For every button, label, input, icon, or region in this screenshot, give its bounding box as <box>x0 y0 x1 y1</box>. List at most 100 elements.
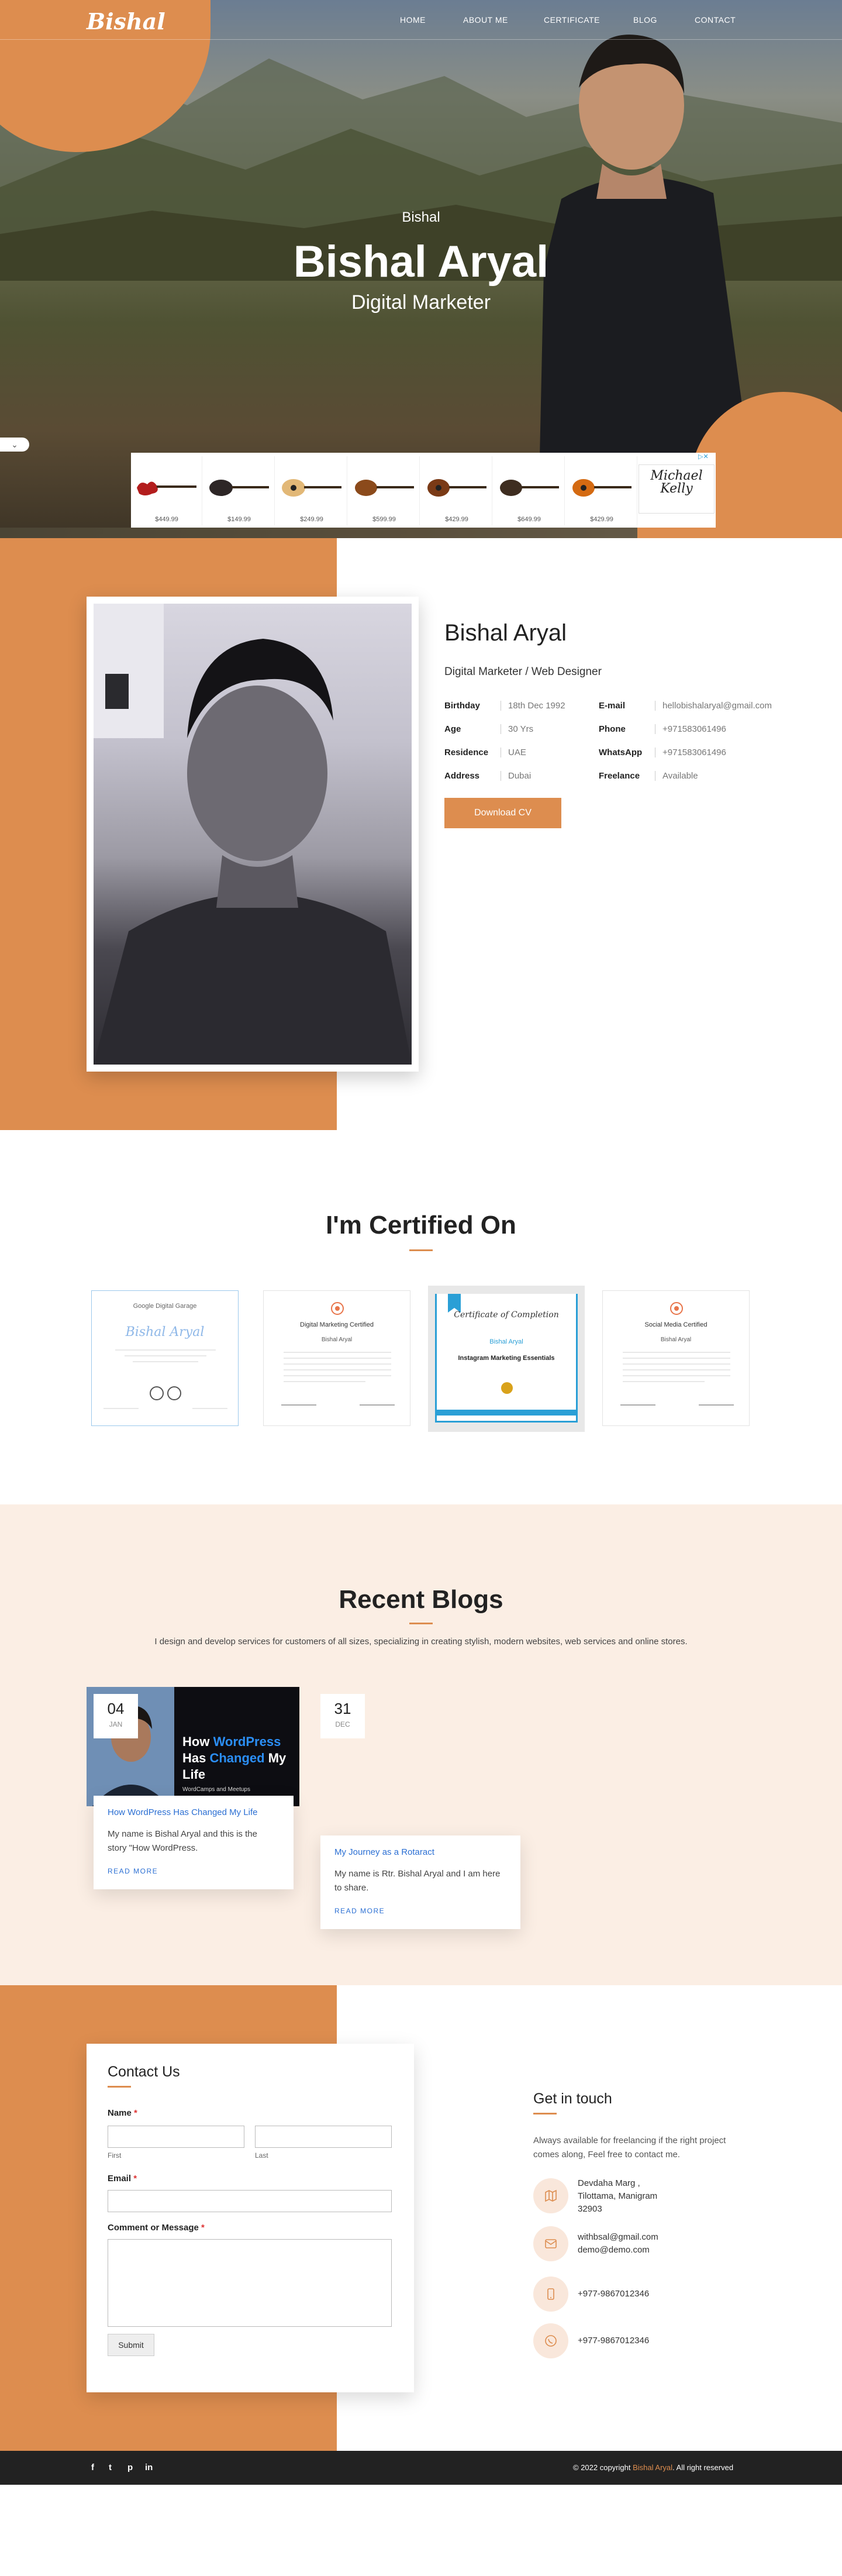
first-name-hint: First <box>108 2151 122 2160</box>
ad-price: $149.99 <box>227 516 251 523</box>
ad-price: $429.99 <box>590 516 613 523</box>
google-badge-icon <box>150 1386 181 1400</box>
blog-date-month: JAN <box>109 1720 123 1728</box>
address-line: 32903 <box>578 2204 602 2214</box>
guitar-icon <box>572 479 632 497</box>
comment-textarea[interactable] <box>108 2239 392 2327</box>
info-value: 18th Dec 1992 <box>501 701 565 711</box>
ad-price: $649.99 <box>517 516 541 523</box>
blog-date-badge: 04 JAN <box>94 1694 138 1738</box>
certificate-heading: Google Digital Garage <box>133 1303 197 1310</box>
info-value: 30 Yrs <box>501 724 533 734</box>
ad-product[interactable]: $429.99 <box>421 456 492 525</box>
blog-title-link[interactable]: How WordPress Has Changed My Life <box>108 1807 258 1817</box>
blogs-title: Recent Blogs <box>339 1585 503 1614</box>
certificate-text-line <box>623 1352 730 1353</box>
read-more-link[interactable]: READ MORE <box>108 1867 158 1875</box>
nav-contact[interactable]: CONTACT <box>695 15 736 25</box>
site-footer: f t p in © 2022 copyright Bishal Aryal. … <box>0 2451 842 2485</box>
info-value[interactable]: +971583061496 <box>655 748 726 757</box>
blog-date-day: 04 <box>107 1700 125 1717</box>
ad-brand-logo[interactable]: Michael Kelly <box>639 464 715 514</box>
blog-card[interactable]: My Journey as a Rotaract My name is Rtr.… <box>320 1835 520 1929</box>
hero-title: Bishal Aryal <box>293 237 549 287</box>
ad-product[interactable]: $149.99 <box>203 456 275 525</box>
twitter-icon[interactable]: t <box>109 2463 112 2472</box>
blog-date-badge: 31 DEC <box>320 1694 365 1738</box>
info-value[interactable]: hellobishalaryal@gmail.com <box>655 701 772 711</box>
guitar-icon <box>137 481 196 495</box>
map-icon <box>533 2178 568 2213</box>
ad-product[interactable]: $249.99 <box>276 456 347 525</box>
certificate-card[interactable]: Social Media Certified Bishal Aryal <box>602 1290 750 1426</box>
blog-excerpt: My name is Bishal Aryal and this is the … <box>108 1829 257 1853</box>
ad-product[interactable]: $429.99 <box>566 456 637 525</box>
info-key: Phone <box>599 724 626 734</box>
ad-price: $249.99 <box>300 516 323 523</box>
blog-title-link[interactable]: My Journey as a Rotaract <box>334 1847 434 1857</box>
email-link[interactable]: withbsal@gmail.com <box>578 2231 658 2244</box>
contact-emails: withbsal@gmail.com demo@demo.com <box>578 2231 658 2257</box>
certificate-logo-line <box>620 1404 655 1406</box>
facebook-icon[interactable]: f <box>91 2463 94 2472</box>
certificate-card[interactable]: Digital Marketing Certified Bishal Aryal <box>263 1290 410 1426</box>
certificate-text-line <box>623 1375 730 1376</box>
comment-label: Comment or Message * <box>108 2223 205 2233</box>
guitar-icon <box>355 480 414 496</box>
ad-price: $429.99 <box>445 516 468 523</box>
contact-phone[interactable]: +977-9867012346 <box>578 2288 649 2301</box>
contact-title: Contact Us <box>108 2064 180 2080</box>
blog-date-month: DEC <box>335 1720 350 1728</box>
contact-whatsapp[interactable]: +977-9867012346 <box>578 2334 649 2347</box>
certificate-heading: Social Media Certified <box>644 1321 708 1328</box>
email-link[interactable]: demo@demo.com <box>578 2244 658 2257</box>
comment-label-text: Comment or Message <box>108 2223 199 2233</box>
get-in-touch-title: Get in touch <box>533 2091 612 2107</box>
guitar-icon <box>209 480 269 496</box>
thumbnail-title-highlight: Changed <box>209 1751 265 1765</box>
about-photo-card <box>87 597 419 1072</box>
ad-product[interactable]: $649.99 <box>494 456 565 525</box>
ad-price: $599.99 <box>372 516 396 523</box>
blog-thumbnail-title: How WordPress Has Changed My Life <box>182 1734 294 1783</box>
pinterest-icon[interactable]: p <box>127 2463 133 2472</box>
hero-subtitle: Bishal <box>402 209 440 225</box>
blogs-description: I design and develop services for custom… <box>154 1637 688 1647</box>
download-cv-button[interactable]: Download CV <box>444 798 561 828</box>
certificate-card[interactable]: Google Digital Garage Bishal Aryal <box>91 1290 239 1426</box>
ad-product[interactable]: $599.99 <box>348 456 420 525</box>
nav-certificate[interactable]: CERTIFICATE <box>544 15 600 25</box>
thumbnail-title-highlight: WordPress <box>213 1734 281 1749</box>
nav-blog[interactable]: BLOG <box>633 15 657 25</box>
linkedin-icon[interactable]: in <box>145 2463 153 2472</box>
first-name-input[interactable] <box>108 2126 244 2148</box>
name-label-text: Name <box>108 2108 132 2118</box>
certificate-heading: Certificate of Completion <box>454 1310 559 1320</box>
email-label: Email * <box>108 2174 137 2184</box>
certificate-footer-bar <box>436 1410 577 1416</box>
email-input[interactable] <box>108 2190 392 2212</box>
get-in-touch-description: Always available for freelancing if the … <box>533 2136 726 2160</box>
copyright: © 2022 copyright Bishal Aryal. All right… <box>573 2463 733 2472</box>
blog-card[interactable]: How WordPress Has Changed My Life My nam… <box>94 1796 294 1889</box>
copyright-name-link[interactable]: Bishal Aryal <box>633 2463 672 2472</box>
hubspot-badge-icon <box>331 1302 344 1315</box>
ad-choices-icon[interactable]: ▷✕ <box>698 453 709 460</box>
read-more-link[interactable]: READ MORE <box>334 1907 385 1915</box>
nav-about[interactable]: ABOUT ME <box>463 15 508 25</box>
certificate-text-line <box>115 1349 216 1351</box>
blog-date-day: 31 <box>334 1700 351 1717</box>
hero-bottom-accent <box>637 528 842 538</box>
ad-product[interactable]: $449.99 <box>131 456 202 525</box>
info-value[interactable]: +971583061496 <box>655 724 726 734</box>
certificate-name: Bishal Aryal <box>321 1337 353 1343</box>
last-name-input[interactable] <box>255 2126 392 2148</box>
nav-home[interactable]: HOME <box>400 15 426 25</box>
about-photo <box>94 604 412 1065</box>
certificate-text-line <box>125 1355 206 1356</box>
chevron-down-icon[interactable]: ⌄ <box>0 438 29 452</box>
submit-button[interactable]: Submit <box>108 2334 154 2356</box>
ad-banner[interactable]: $449.99 $149.99 $249.99 $599.99 $429.99 … <box>131 453 716 528</box>
info-key: Address <box>444 771 480 781</box>
certificate-card[interactable]: Certificate of Completion Bishal Aryal I… <box>428 1286 585 1432</box>
